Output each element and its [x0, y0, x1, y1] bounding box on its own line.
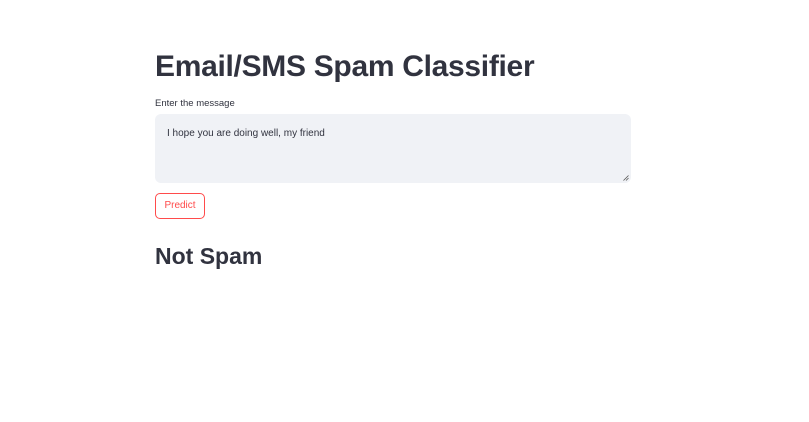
predict-button[interactable]: Predict	[155, 193, 205, 219]
resize-grip-icon[interactable]	[623, 175, 629, 181]
app-container: Email/SMS Spam Classifier Enter the mess…	[0, 0, 809, 422]
prediction-result: Not Spam	[155, 243, 263, 269]
message-label: Enter the message	[155, 98, 235, 109]
page-title: Email/SMS Spam Classifier	[155, 50, 535, 83]
message-input[interactable]: I hope you are doing well, my friend	[155, 114, 631, 183]
message-input-container: I hope you are doing well, my friend	[155, 114, 631, 183]
